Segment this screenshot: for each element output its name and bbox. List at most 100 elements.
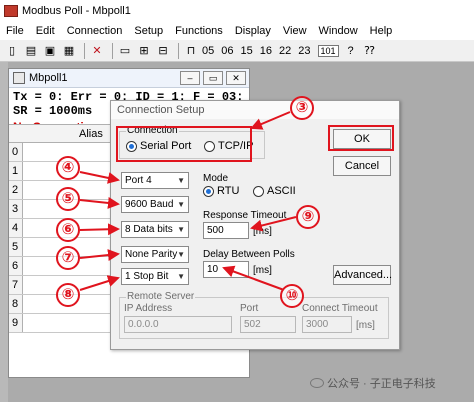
connection-highlight-box (116, 126, 252, 162)
open-folder-icon[interactable]: ▤ (23, 43, 39, 59)
print-icon[interactable]: ▦ (61, 43, 77, 59)
stopbit-value: 1 Stop Bit (125, 271, 169, 282)
function-code-23[interactable]: 23 (298, 45, 310, 57)
menu-connection[interactable]: Connection (67, 25, 123, 37)
delay-polls-input[interactable]: 10 (203, 261, 249, 278)
alias-column-header: Alias (79, 128, 103, 140)
new-file-icon[interactable]: ▯ (4, 43, 20, 59)
row-number: 7 (9, 276, 23, 294)
rtu-label: RTU (217, 185, 240, 197)
row-number: 0 (9, 143, 23, 161)
minimize-icon[interactable]: – (180, 71, 200, 85)
menu-bar: File Edit Connection Setup Functions Dis… (0, 22, 474, 40)
menu-file[interactable]: File (6, 25, 24, 37)
child-title: Mbpoll1 (29, 72, 68, 84)
ok-highlight-box (328, 125, 394, 151)
ip-address-input[interactable]: 0.0.0.0 (124, 316, 232, 333)
connect-timeout-label: Connect Timeout (302, 303, 378, 314)
window-title: Modbus Poll - Mbpoll1 (22, 5, 131, 17)
rtu-radio[interactable]: RTU (203, 185, 239, 197)
badge-3: ③ (290, 96, 314, 120)
databits-value: 8 Data bits (125, 224, 173, 235)
badge-4: ④ (56, 156, 80, 180)
radio-selected-icon (203, 185, 214, 197)
workspace-left-strip (0, 62, 8, 402)
badge-8: ⑧ (56, 283, 80, 307)
delay-polls-label: Delay Between Polls (203, 249, 295, 260)
toolbar: ▯ ▤ ▣ ▦ ✕ ▭ ⊞ ⊟ ⊓ 05 06 15 16 22 23 101 … (0, 40, 474, 62)
function-code-16[interactable]: 16 (260, 45, 272, 57)
delay-polls-unit: [ms] (253, 265, 272, 276)
menu-window[interactable]: Window (319, 25, 358, 37)
cancel-button[interactable]: Cancel (333, 156, 391, 176)
parity-value: None Parity (125, 249, 178, 260)
row-number: 4 (9, 219, 23, 237)
ip-address-label: IP Address (124, 303, 173, 314)
parity-select[interactable]: None Parity ▼ (121, 246, 189, 263)
pulse-icon[interactable]: ⊓ (183, 43, 199, 59)
response-timeout-label: Response Timeout (203, 210, 287, 221)
toolbar-101-button[interactable]: 101 (317, 44, 339, 57)
toolbar-separator (84, 42, 85, 59)
row-number: 5 (9, 238, 23, 256)
row-number: 1 (9, 162, 23, 180)
port-select[interactable]: Port 4 ▼ (121, 172, 189, 189)
function-code-05[interactable]: 05 (202, 45, 214, 57)
child-window-controls: – ▭ ✕ (180, 71, 249, 85)
chevron-down-icon: ▼ (177, 200, 185, 209)
badge-6: ⑥ (56, 218, 80, 242)
connect-icon[interactable]: ⊞ (136, 43, 152, 59)
connect-timeout-input[interactable]: 3000 (302, 316, 352, 333)
save-icon[interactable]: ▣ (42, 43, 58, 59)
app-icon (4, 5, 18, 17)
function-code-15[interactable]: 15 (241, 45, 253, 57)
chevron-down-icon: ▼ (177, 176, 185, 185)
baud-select[interactable]: 9600 Baud ▼ (121, 196, 189, 213)
advanced-button[interactable]: Advanced... (333, 265, 392, 285)
chevron-down-icon: ▼ (177, 272, 185, 281)
badge-9: ⑨ (296, 205, 320, 229)
disconnect-icon[interactable]: ⊟ (155, 43, 171, 59)
dialog-title: Connection Setup (111, 101, 399, 119)
mode-label: Mode (203, 173, 229, 184)
badge-10: ⑩ (280, 284, 304, 308)
ascii-radio[interactable]: ASCII (253, 185, 296, 197)
row-number: 3 (9, 200, 23, 218)
chevron-down-icon: ▼ (177, 250, 185, 259)
row-number: 8 (9, 295, 23, 313)
menu-help[interactable]: Help (370, 25, 393, 37)
watermark-text: 公众号 · 子正电子科技 (327, 378, 436, 390)
menu-display[interactable]: Display (235, 25, 271, 37)
response-timeout-input[interactable]: 500 (203, 222, 249, 239)
badge-7: ⑦ (56, 246, 80, 270)
stopbit-select[interactable]: 1 Stop Bit ▼ (121, 268, 189, 285)
close-icon[interactable]: ✕ (89, 43, 105, 59)
toolbar-separator (178, 42, 179, 59)
port-label: Port (240, 303, 259, 314)
row-number: 6 (9, 257, 23, 275)
radio-unselected-icon (253, 185, 264, 197)
remote-server-legend: Remote Server (126, 291, 196, 302)
menu-setup[interactable]: Setup (134, 25, 163, 37)
help-question-icon[interactable]: ? (343, 43, 359, 59)
function-code-06[interactable]: 06 (221, 45, 233, 57)
port-value: Port 4 (125, 175, 152, 186)
context-help-icon[interactable]: ⁇ (362, 43, 378, 59)
close-window-icon[interactable]: ✕ (226, 71, 246, 85)
document-icon (13, 72, 25, 84)
restore-icon[interactable]: ▭ (203, 71, 223, 85)
response-timeout-unit: [ms] (253, 226, 272, 237)
window-title-bar: Modbus Poll - Mbpoll1 (0, 0, 474, 22)
wechat-icon (310, 378, 324, 388)
menu-edit[interactable]: Edit (36, 25, 55, 37)
menu-view[interactable]: View (283, 25, 307, 37)
connect-timeout-unit: [ms] (356, 320, 375, 331)
tcp-port-input[interactable]: 502 (240, 316, 296, 333)
function-code-22[interactable]: 22 (279, 45, 291, 57)
watermark: 公众号 · 子正电子科技 (310, 375, 436, 391)
window-icon[interactable]: ▭ (117, 43, 133, 59)
databits-select[interactable]: 8 Data bits ▼ (121, 221, 189, 238)
row-number: 2 (9, 181, 23, 199)
toolbar-separator (112, 42, 113, 59)
menu-functions[interactable]: Functions (175, 25, 223, 37)
